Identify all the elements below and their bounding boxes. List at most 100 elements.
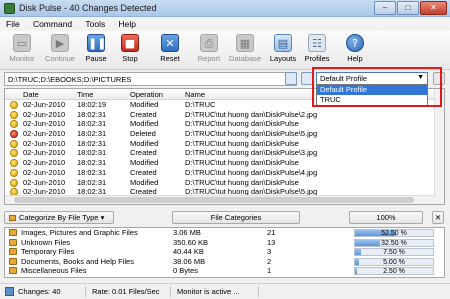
continue-button[interactable]: ▶ Continue (41, 34, 79, 68)
category-count: 3 (267, 247, 272, 257)
status-changes: Changes: 40 (18, 287, 61, 296)
cell-time: 18:02:31 (77, 167, 107, 177)
menu-file[interactable]: File (0, 17, 25, 29)
reset-button[interactable]: ✕ Reset (151, 34, 189, 68)
cell-name: D:\TRUC\tut huong dan\DiskPulse (185, 119, 299, 129)
table-row[interactable]: 02-Jun-2010 18:02:31 Modified D:\TRUC\tut h… (5, 178, 444, 188)
menu-tools[interactable]: Tools (79, 17, 110, 29)
category-percent-bar: 2.50 % (354, 267, 434, 276)
categories-table: Images, Pictures and Graphic Files 3.06 M… (4, 227, 445, 278)
category-name: Temporary Files (21, 247, 75, 257)
category-percent: 32.50 % (381, 239, 407, 247)
category-size: 350.60 KB (173, 237, 209, 247)
categorize-by-button[interactable]: Categorize By File Type ▾ (4, 211, 114, 224)
category-folder-icon (9, 257, 17, 265)
category-row[interactable]: Documents, Books and Help Files 38.06 MB 2… (5, 257, 444, 267)
column-time[interactable]: Time (77, 90, 93, 99)
cell-date: 02-Jun-2010 (23, 167, 66, 177)
highlight-frame (312, 67, 442, 107)
cell-operation: Modified (130, 100, 159, 109)
cell-date: 02-Jun-2010 (23, 129, 66, 139)
cell-operation: Created (130, 109, 157, 119)
stop-button[interactable]: ■ Stop (111, 34, 149, 68)
cell-date: 02-Jun-2010 (23, 138, 66, 148)
cell-date: 02-Jun-2010 (23, 177, 66, 187)
close-icon[interactable]: ✕ (432, 211, 444, 224)
cell-time: 18:02:31 (77, 158, 107, 168)
help-button[interactable]: ? Help (336, 34, 374, 68)
category-percent: 2.50 % (383, 268, 405, 276)
percent-header[interactable]: 100% (349, 211, 423, 224)
category-percent-bar: 52.50 % (354, 229, 434, 237)
layouts-button[interactable]: ▤ Layouts (264, 34, 302, 68)
category-name: Unknown Files (21, 237, 71, 247)
menu-help[interactable]: Help (112, 17, 140, 29)
category-row[interactable]: Miscellaneous Files 0 Bytes 1 2.50 % (5, 266, 444, 276)
category-percent-bar: 32.50 % (354, 238, 434, 247)
category-size: 38.06 MB (173, 256, 206, 266)
cell-time: 18:02:31 (77, 138, 107, 148)
category-percent-bar: 7.50 % (354, 248, 434, 257)
status-monitor: Monitor is active ... (177, 287, 240, 296)
column-operation[interactable]: Operation (130, 90, 163, 99)
table-row[interactable]: 02-Jun-2010 18:02:31 Created D:\TRUC\tut hu… (5, 148, 444, 158)
minimize-button[interactable]: – (374, 1, 396, 15)
cell-name: D:\TRUC (185, 100, 216, 109)
scrollbar-thumb[interactable] (14, 197, 414, 203)
column-name[interactable]: Name (185, 90, 205, 99)
cell-time: 18:02:31 (77, 109, 107, 119)
horizontal-scrollbar[interactable] (5, 195, 436, 204)
column-date[interactable]: Date (23, 90, 39, 99)
help-icon: ? (346, 34, 364, 52)
report-button[interactable]: ⎙ Report (190, 34, 228, 68)
category-size: 0 Bytes (173, 266, 199, 276)
layouts-icon: ▤ (274, 34, 292, 52)
change-status-icon (10, 110, 18, 119)
status-bar: Changes: 40 Rate: 0.01 Files/Sec Monitor… (0, 283, 450, 299)
table-row[interactable]: 02-Jun-2010 18:02:31 Created D:\TRUC\tut hu… (5, 110, 444, 120)
chevron-down-icon: ▾ (100, 213, 105, 222)
table-row[interactable]: 02-Jun-2010 18:02:31 Modified D:\TRUC\tut h… (5, 158, 444, 168)
category-row[interactable]: Temporary Files 40.44 KB 3 7.50 % (5, 247, 444, 257)
cell-name: D:\TRUC\tut huong dan\DiskPulse\5.jpg (185, 129, 318, 139)
profiles-icon: ☷ (308, 34, 326, 52)
cell-name: D:\TRUC\tut huong dan\DiskPulse\2.jpg (185, 109, 318, 119)
table-row[interactable]: 02-Jun-2010 18:02:31 Modified D:\TRUC\tut h… (5, 119, 444, 129)
table-row[interactable]: 02-Jun-2010 18:02:31 Modified D:\TRUC\tut h… (5, 139, 444, 149)
category-count: 1 (267, 266, 272, 276)
menu-command[interactable]: Command (27, 17, 77, 29)
monitor-icon: ▭ (13, 34, 31, 52)
monitor-button[interactable]: ▭ Monitor (3, 34, 41, 68)
category-row[interactable]: Unknown Files 350.60 KB 13 32.50 % (5, 238, 444, 248)
change-status-icon (10, 101, 18, 109)
folder-icon[interactable] (285, 72, 297, 85)
changes-icon (5, 287, 14, 296)
cell-operation: Modified (130, 138, 159, 148)
category-row[interactable]: Images, Pictures and Graphic Files 3.06 M… (5, 228, 444, 238)
pause-button[interactable]: ❚❚ Pause (77, 34, 115, 68)
cell-date: 02-Jun-2010 (23, 119, 66, 129)
cell-name: D:\TRUC\tut huong dan\DiskPulse\4.jpg (185, 167, 318, 177)
play-icon: ▶ (51, 34, 69, 52)
close-button[interactable]: ✕ (420, 1, 447, 15)
database-button[interactable]: ▦ Database (225, 34, 265, 68)
cell-time: 18:02:31 (77, 119, 107, 129)
change-status-icon (10, 149, 18, 158)
change-status-icon (10, 178, 18, 187)
maximize-button[interactable]: □ (397, 1, 419, 15)
stop-icon: ■ (121, 34, 139, 52)
cell-time: 18:02:31 (77, 177, 107, 187)
category-icon (9, 215, 16, 221)
category-percent-bar: 5.00 % (354, 257, 434, 266)
cell-operation: Created (130, 148, 157, 158)
monitored-paths-field[interactable]: D:\TRUC;D:\EBOOKS;D:\PICTURES (4, 72, 297, 86)
deleted-status-icon (10, 130, 18, 139)
category-size: 40.44 KB (173, 247, 204, 257)
status-rate: Rate: 0.01 Files/Sec (92, 287, 160, 296)
category-folder-icon (9, 238, 17, 246)
file-categories-header[interactable]: File Categories (172, 211, 300, 224)
table-row[interactable]: 02-Jun-2010 18:02:31 Deleted D:\TRUC\tut hu… (5, 129, 444, 139)
profiles-button[interactable]: ☷ Profiles (298, 34, 336, 68)
printer-icon: ⎙ (200, 34, 218, 52)
table-row[interactable]: 02-Jun-2010 18:02:31 Created D:\TRUC\tut hu… (5, 168, 444, 178)
